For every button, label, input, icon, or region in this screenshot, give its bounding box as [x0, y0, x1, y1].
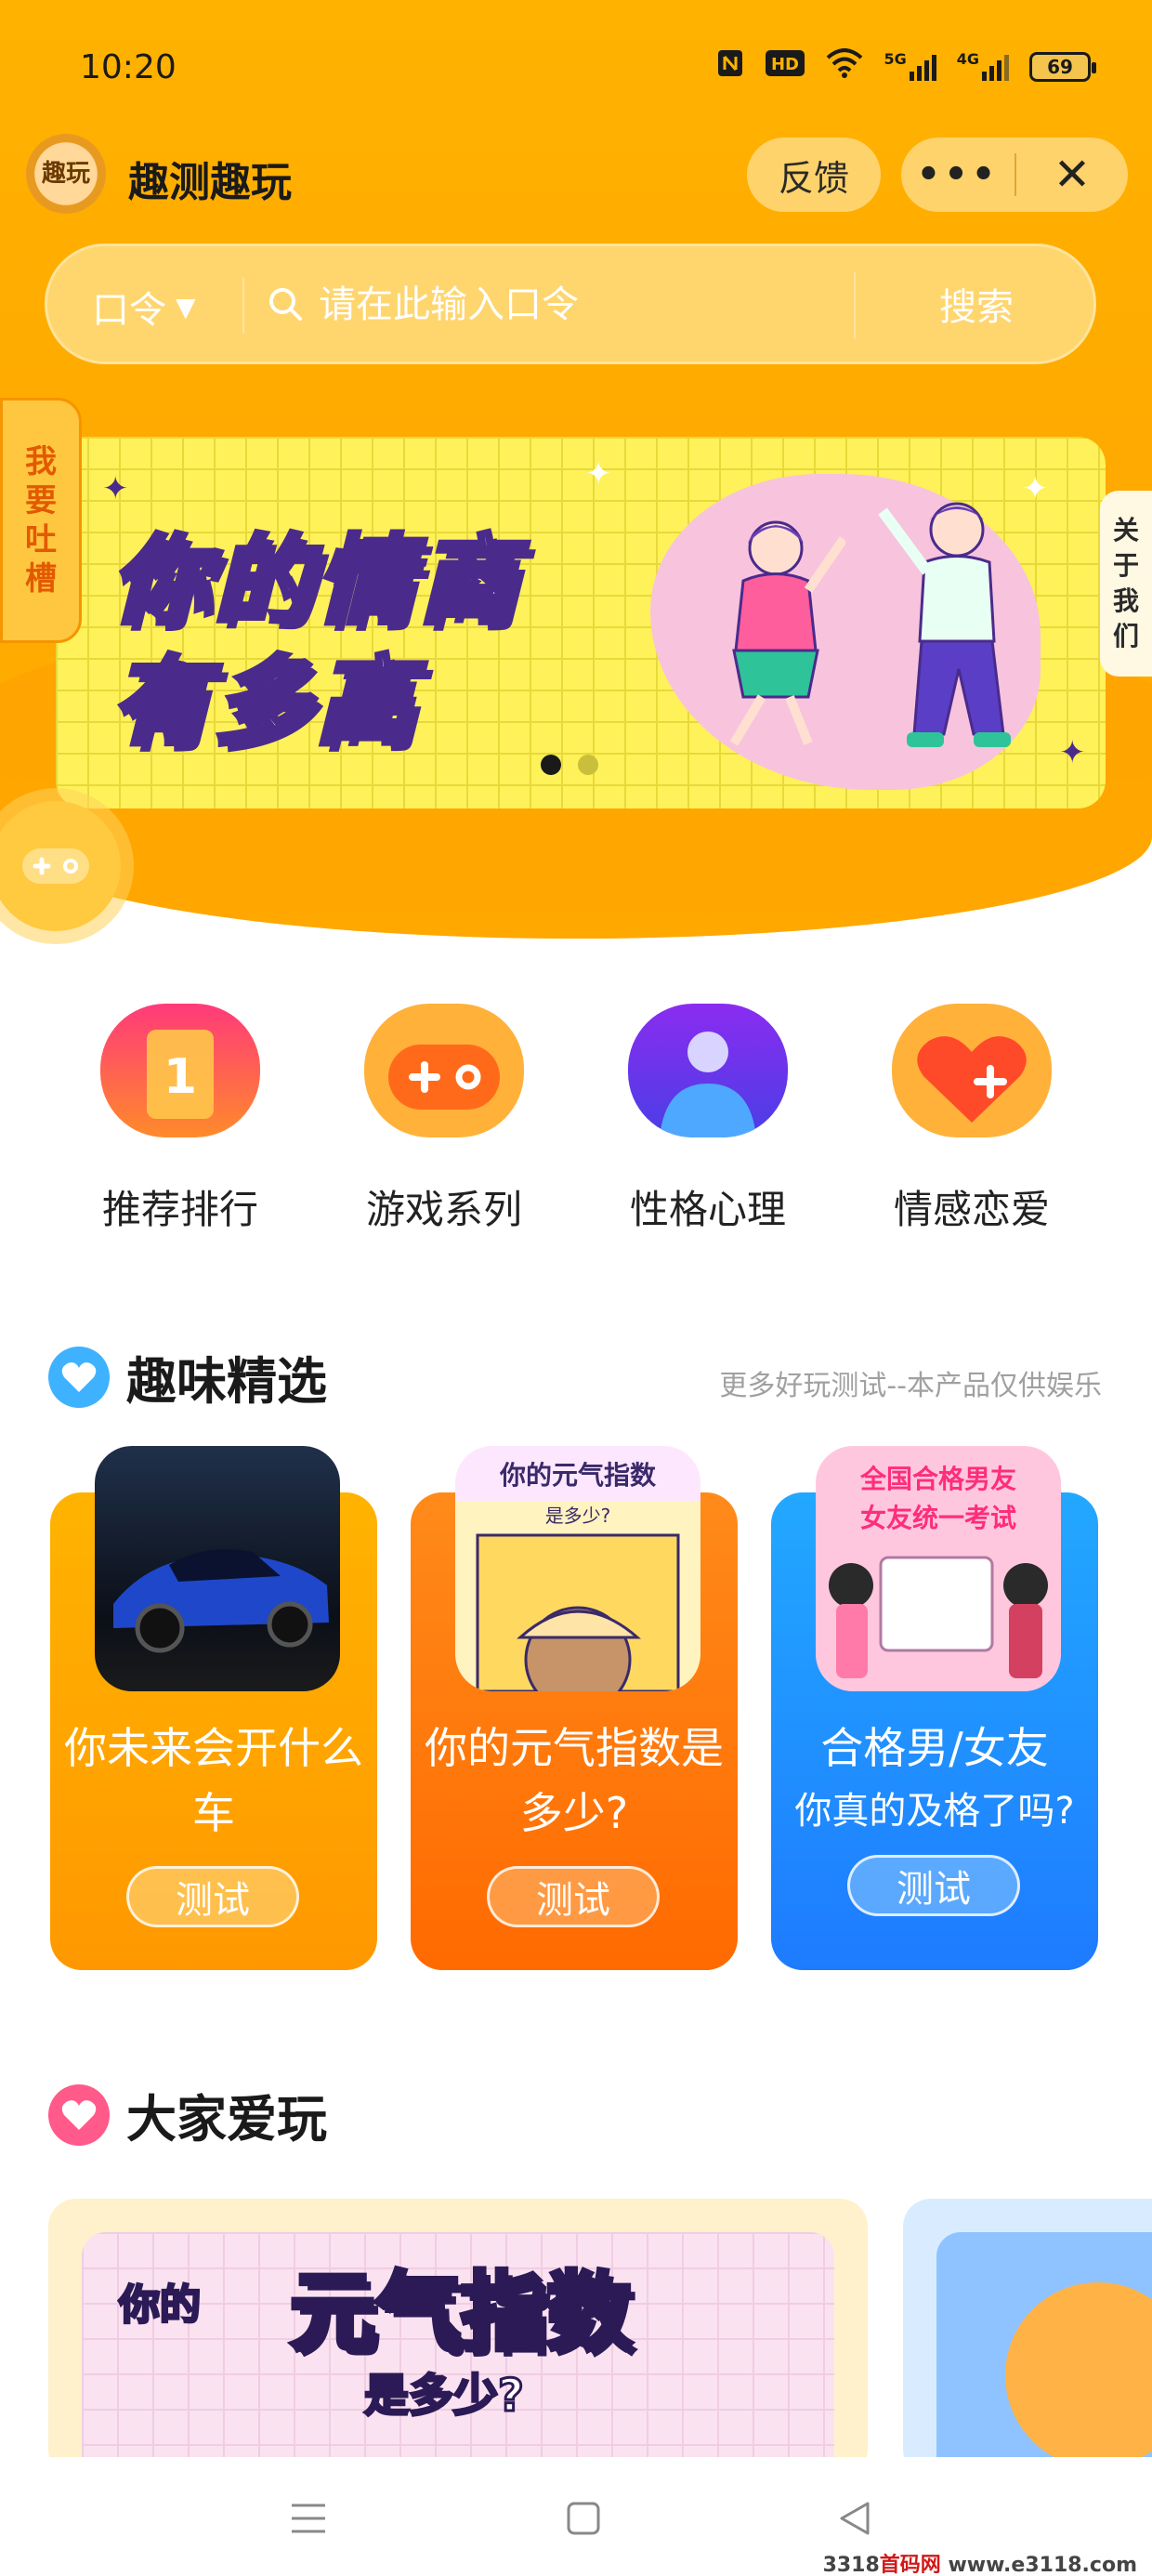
- test-card[interactable]: 全国合格男友 女友统一考试 合格男/女友 你真的及格了吗? 测试: [771, 1446, 1098, 1970]
- test-card[interactable]: 你的元气指数 是多少? 你的元气指数是多少? 测试: [411, 1446, 738, 1970]
- dancing-girl-illustration: [729, 520, 845, 746]
- test-button[interactable]: 测试: [487, 1866, 660, 1927]
- popular-card-title: 元气指数: [287, 2261, 634, 2365]
- search-button[interactable]: 搜索: [856, 246, 1097, 361]
- section-title: 趣味精选: [126, 1352, 327, 1411]
- pink-heart-icon: [48, 2083, 110, 2146]
- svg-text:1: 1: [164, 1049, 197, 1105]
- status-bar: 10:20 HD 5G 4G 69: [0, 0, 1152, 139]
- battery-icon: 69: [1029, 51, 1096, 82]
- watermark-url: www.e3118.com: [948, 2554, 1137, 2576]
- category-label: 推荐排行: [101, 1187, 258, 1232]
- status-icons: HD 5G 4G 69: [716, 48, 1096, 85]
- app-bar: 趣玩 趣测趣玩 反馈 ••• ✕: [0, 130, 1152, 223]
- card-title: 你的元气指数是多少?: [425, 1723, 724, 1838]
- app-title: 趣测趣玩: [128, 159, 292, 206]
- complaint-tab-char: 槽: [25, 560, 57, 598]
- sparkle-icon: ✦: [1059, 734, 1086, 771]
- banner-title-line1: 你的情商: [109, 522, 521, 640]
- banner-title-line2: 有多高: [109, 643, 419, 761]
- heart-plus-icon: [892, 1004, 1052, 1137]
- test-button[interactable]: 测试: [847, 1855, 1020, 1916]
- promo-banner[interactable]: ✦ ✦ ✦ ✦ 你的情商 有多高: [56, 437, 1106, 808]
- section-note: 更多好玩测试--本产品仅供娱乐: [719, 1370, 1102, 1402]
- category-ranking[interactable]: 1 推荐排行: [48, 1004, 312, 1235]
- about-us-tab[interactable]: 关 于 我 们: [1100, 491, 1152, 677]
- more-options-button[interactable]: •••: [901, 153, 1015, 196]
- dancing-boy-illustration: [878, 502, 1011, 747]
- hd-icon: HD: [765, 49, 805, 84]
- popular-section-header: 大家爱玩: [48, 2078, 327, 2151]
- test-card[interactable]: 你未来会开什么车 测试: [50, 1446, 377, 1970]
- card-title: 你未来会开什么车: [64, 1723, 363, 1838]
- 5g-signal-icon: 5G: [884, 50, 936, 81]
- banner-pagination: [541, 755, 598, 775]
- popular-card[interactable]: [903, 2199, 1152, 2457]
- svg-text:HD: HD: [771, 55, 799, 74]
- category-label: 情感恋爱: [893, 1187, 1050, 1232]
- popular-card[interactable]: 你的 元气指数 是多少?: [48, 2199, 868, 2457]
- card-title: 合格男/女友: [820, 1723, 1049, 1773]
- category-personality[interactable]: 性格心理: [576, 1004, 840, 1235]
- wifi-icon: [826, 48, 863, 85]
- sparkle-icon: ✦: [585, 455, 612, 493]
- keyword-type-dropdown[interactable]: 口令 ▼: [92, 280, 196, 334]
- search-bar: 口令 ▼ 搜索: [45, 243, 1096, 364]
- category-love[interactable]: 情感恋爱: [840, 1004, 1104, 1235]
- vitality-thumbnail: 你的元气指数 是多少?: [455, 1446, 700, 1691]
- category-label: 性格心理: [629, 1187, 786, 1232]
- person-icon: [628, 1004, 788, 1137]
- status-time: 10:20: [80, 48, 177, 86]
- nfc-icon: [716, 48, 744, 85]
- home-icon[interactable]: [556, 2491, 611, 2546]
- pagination-dot[interactable]: [578, 755, 598, 775]
- featured-section-header: 趣味精选: [48, 1340, 327, 1413]
- car-thumbnail: [95, 1446, 340, 1691]
- popular-card-suffix: 是多少?: [363, 2369, 526, 2424]
- exam-thumbnail: 全国合格男友 女友统一考试: [816, 1446, 1061, 1691]
- close-button[interactable]: ✕: [1016, 149, 1128, 201]
- ranking-icon: 1: [100, 1004, 260, 1137]
- search-input[interactable]: [319, 272, 876, 337]
- search-icon: [269, 288, 302, 321]
- featured-cards: 你未来会开什么车 测试 你的元气指数 是多少? 你的元气指数是多少? 测试 全国…: [50, 1446, 1098, 1970]
- caret-down-icon: ▼: [176, 291, 196, 322]
- watermark-site: 首码网: [879, 2554, 941, 2576]
- about-tab-char: 关: [1112, 515, 1139, 545]
- popular-card-prefix: 你的: [118, 2280, 203, 2331]
- category-label: 游戏系列: [365, 1187, 522, 1232]
- about-tab-char: 于: [1112, 550, 1139, 581]
- test-button[interactable]: 测试: [126, 1866, 299, 1927]
- watermark-number: 3318: [822, 2554, 880, 2576]
- keyword-type-label: 口令: [92, 289, 166, 332]
- feedback-button[interactable]: 反馈: [747, 138, 881, 212]
- about-tab-char: 我: [1112, 585, 1139, 616]
- back-icon[interactable]: [827, 2491, 883, 2546]
- card-subtitle: 你真的及格了吗?: [794, 1790, 1075, 1833]
- popular-cards: 你的 元气指数 是多少?: [48, 2199, 1152, 2457]
- gamepad-icon: [364, 1004, 524, 1137]
- section-title: 大家爱玩: [126, 2090, 327, 2149]
- menu-icon[interactable]: [281, 2491, 336, 2546]
- complaint-tab-char: 吐: [25, 521, 57, 559]
- about-tab-char: 们: [1112, 621, 1139, 651]
- gamepad-icon: [22, 848, 89, 884]
- pagination-dot-active[interactable]: [541, 755, 561, 775]
- complaint-tab[interactable]: 我 要 吐 槽: [0, 398, 82, 643]
- 4g-signal-icon: 4G: [957, 50, 1009, 81]
- mini-program-capsule: ••• ✕: [901, 138, 1128, 212]
- category-grid: 1 推荐排行 游戏系列 性格心理 情感恋爱: [0, 1004, 1152, 1235]
- search-divider-left: [242, 278, 244, 334]
- watermark: 3318首码网 www.e3118.com: [823, 2548, 1137, 2576]
- complaint-tab-char: 要: [25, 482, 57, 519]
- category-games[interactable]: 游戏系列: [312, 1004, 576, 1235]
- blue-heart-icon: [48, 1346, 110, 1408]
- complaint-tab-char: 我: [25, 443, 57, 480]
- app-logo: 趣玩: [26, 134, 106, 214]
